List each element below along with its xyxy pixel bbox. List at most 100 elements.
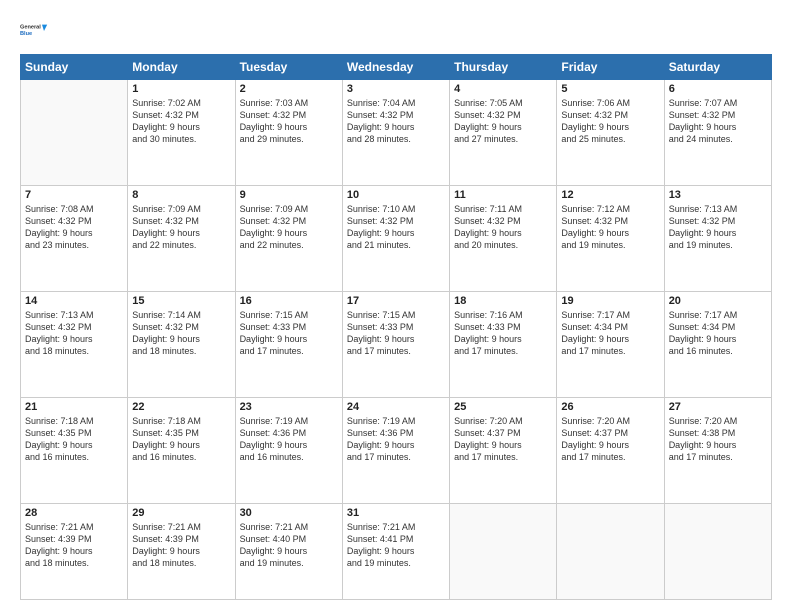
day-info: Sunrise: 7:08 AMSunset: 4:32 PMDaylight:…: [25, 203, 123, 252]
day-number: 1: [132, 83, 230, 95]
day-info: Sunrise: 7:19 AMSunset: 4:36 PMDaylight:…: [240, 415, 338, 464]
day-info: Sunrise: 7:12 AMSunset: 4:32 PMDaylight:…: [561, 203, 659, 252]
day-number: 5: [561, 83, 659, 95]
day-cell-3: 3 Sunrise: 7:04 AMSunset: 4:32 PMDaylight…: [342, 80, 449, 186]
day-cell-25: 25 Sunrise: 7:20 AMSunset: 4:37 PMDayligh…: [450, 397, 557, 503]
day-number: 18: [454, 295, 552, 307]
day-cell-21: 21 Sunrise: 7:18 AMSunset: 4:35 PMDayligh…: [21, 397, 128, 503]
day-info: Sunrise: 7:20 AMSunset: 4:38 PMDaylight:…: [669, 415, 767, 464]
day-cell-17: 17 Sunrise: 7:15 AMSunset: 4:33 PMDayligh…: [342, 291, 449, 397]
day-info: Sunrise: 7:17 AMSunset: 4:34 PMDaylight:…: [669, 309, 767, 358]
day-number: 19: [561, 295, 659, 307]
day-number: 7: [25, 189, 123, 201]
day-number: 12: [561, 189, 659, 201]
day-info: Sunrise: 7:11 AMSunset: 4:32 PMDaylight:…: [454, 203, 552, 252]
weekday-header-friday: Friday: [557, 55, 664, 80]
day-number: 28: [25, 507, 123, 519]
day-info: Sunrise: 7:20 AMSunset: 4:37 PMDaylight:…: [561, 415, 659, 464]
day-cell-9: 9 Sunrise: 7:09 AMSunset: 4:32 PMDaylight…: [235, 185, 342, 291]
day-number: 16: [240, 295, 338, 307]
day-number: 8: [132, 189, 230, 201]
week-row-4: 21 Sunrise: 7:18 AMSunset: 4:35 PMDayligh…: [21, 397, 772, 503]
day-cell-12: 12 Sunrise: 7:12 AMSunset: 4:32 PMDayligh…: [557, 185, 664, 291]
day-cell-8: 8 Sunrise: 7:09 AMSunset: 4:32 PMDaylight…: [128, 185, 235, 291]
weekday-header-monday: Monday: [128, 55, 235, 80]
day-number: 20: [669, 295, 767, 307]
empty-cell: [450, 503, 557, 599]
day-cell-6: 6 Sunrise: 7:07 AMSunset: 4:32 PMDaylight…: [664, 80, 771, 186]
day-cell-2: 2 Sunrise: 7:03 AMSunset: 4:32 PMDaylight…: [235, 80, 342, 186]
day-cell-26: 26 Sunrise: 7:20 AMSunset: 4:37 PMDayligh…: [557, 397, 664, 503]
day-info: Sunrise: 7:15 AMSunset: 4:33 PMDaylight:…: [347, 309, 445, 358]
week-row-1: 1Sunrise: 7:02 AMSunset: 4:32 PMDaylight…: [21, 80, 772, 186]
day-info: Sunrise: 7:10 AMSunset: 4:32 PMDaylight:…: [347, 203, 445, 252]
svg-text:General: General: [20, 25, 41, 31]
day-cell-22: 22 Sunrise: 7:18 AMSunset: 4:35 PMDayligh…: [128, 397, 235, 503]
day-cell-7: 7 Sunrise: 7:08 AMSunset: 4:32 PMDaylight…: [21, 185, 128, 291]
day-number: 21: [25, 401, 123, 413]
day-cell-10: 10Sunrise: 7:10 AMSunset: 4:32 PMDayligh…: [342, 185, 449, 291]
day-number: 14: [25, 295, 123, 307]
day-cell-11: 11 Sunrise: 7:11 AMSunset: 4:32 PMDayligh…: [450, 185, 557, 291]
day-cell-27: 27 Sunrise: 7:20 AMSunset: 4:38 PMDayligh…: [664, 397, 771, 503]
weekday-header-sunday: Sunday: [21, 55, 128, 80]
day-cell-13: 13 Sunrise: 7:13 AMSunset: 4:32 PMDayligh…: [664, 185, 771, 291]
day-number: 26: [561, 401, 659, 413]
logo: GeneralBlue: [20, 16, 48, 44]
weekday-header-tuesday: Tuesday: [235, 55, 342, 80]
day-number: 31: [347, 507, 445, 519]
week-row-2: 7 Sunrise: 7:08 AMSunset: 4:32 PMDaylight…: [21, 185, 772, 291]
day-number: 2: [240, 83, 338, 95]
day-info: Sunrise: 7:21 AMSunset: 4:40 PMDaylight:…: [240, 521, 338, 570]
day-number: 30: [240, 507, 338, 519]
day-info: Sunrise: 7:03 AMSunset: 4:32 PMDaylight:…: [240, 97, 338, 146]
day-number: 24: [347, 401, 445, 413]
empty-cell: [664, 503, 771, 599]
day-number: 6: [669, 83, 767, 95]
day-number: 3: [347, 83, 445, 95]
day-info: Sunrise: 7:18 AMSunset: 4:35 PMDaylight:…: [132, 415, 230, 464]
day-cell-28: 28Sunrise: 7:21 AMSunset: 4:39 PMDayligh…: [21, 503, 128, 599]
day-number: 9: [240, 189, 338, 201]
day-info: Sunrise: 7:14 AMSunset: 4:32 PMDaylight:…: [132, 309, 230, 358]
day-number: 29: [132, 507, 230, 519]
svg-text:Blue: Blue: [20, 31, 32, 37]
day-number: 25: [454, 401, 552, 413]
day-info: Sunrise: 7:16 AMSunset: 4:33 PMDaylight:…: [454, 309, 552, 358]
day-info: Sunrise: 7:04 AMSunset: 4:32 PMDaylight:…: [347, 97, 445, 146]
day-cell-23: 23Sunrise: 7:19 AMSunset: 4:36 PMDayligh…: [235, 397, 342, 503]
calendar: SundayMondayTuesdayWednesdayThursdayFrid…: [20, 54, 772, 600]
day-number: 4: [454, 83, 552, 95]
day-cell-30: 30 Sunrise: 7:21 AMSunset: 4:40 PMDayligh…: [235, 503, 342, 599]
day-number: 13: [669, 189, 767, 201]
day-cell-5: 5 Sunrise: 7:06 AMSunset: 4:32 PMDaylight…: [557, 80, 664, 186]
day-number: 17: [347, 295, 445, 307]
day-info: Sunrise: 7:21 AMSunset: 4:41 PMDaylight:…: [347, 521, 445, 570]
weekday-header-thursday: Thursday: [450, 55, 557, 80]
day-number: 27: [669, 401, 767, 413]
day-info: Sunrise: 7:15 AMSunset: 4:33 PMDaylight:…: [240, 309, 338, 358]
day-info: Sunrise: 7:21 AMSunset: 4:39 PMDaylight:…: [132, 521, 230, 570]
day-info: Sunrise: 7:13 AMSunset: 4:32 PMDaylight:…: [669, 203, 767, 252]
day-cell-4: 4 Sunrise: 7:05 AMSunset: 4:32 PMDaylight…: [450, 80, 557, 186]
page: GeneralBlue SundayMondayTuesdayWednesday…: [0, 0, 792, 612]
day-info: Sunrise: 7:20 AMSunset: 4:37 PMDaylight:…: [454, 415, 552, 464]
day-info: Sunrise: 7:06 AMSunset: 4:32 PMDaylight:…: [561, 97, 659, 146]
day-info: Sunrise: 7:07 AMSunset: 4:32 PMDaylight:…: [669, 97, 767, 146]
day-cell-31: 31 Sunrise: 7:21 AMSunset: 4:41 PMDayligh…: [342, 503, 449, 599]
day-number: 11: [454, 189, 552, 201]
day-cell-19: 19Sunrise: 7:17 AMSunset: 4:34 PMDayligh…: [557, 291, 664, 397]
empty-cell: [21, 80, 128, 186]
day-info: Sunrise: 7:09 AMSunset: 4:32 PMDaylight:…: [240, 203, 338, 252]
weekday-header-row: SundayMondayTuesdayWednesdayThursdayFrid…: [21, 55, 772, 80]
day-number: 22: [132, 401, 230, 413]
day-info: Sunrise: 7:05 AMSunset: 4:32 PMDaylight:…: [454, 97, 552, 146]
day-info: Sunrise: 7:18 AMSunset: 4:35 PMDaylight:…: [25, 415, 123, 464]
empty-cell: [557, 503, 664, 599]
header: GeneralBlue: [20, 16, 772, 44]
day-info: Sunrise: 7:19 AMSunset: 4:36 PMDaylight:…: [347, 415, 445, 464]
day-info: Sunrise: 7:09 AMSunset: 4:32 PMDaylight:…: [132, 203, 230, 252]
day-cell-18: 18 Sunrise: 7:16 AMSunset: 4:33 PMDayligh…: [450, 291, 557, 397]
day-cell-16: 16 Sunrise: 7:15 AMSunset: 4:33 PMDayligh…: [235, 291, 342, 397]
weekday-header-wednesday: Wednesday: [342, 55, 449, 80]
